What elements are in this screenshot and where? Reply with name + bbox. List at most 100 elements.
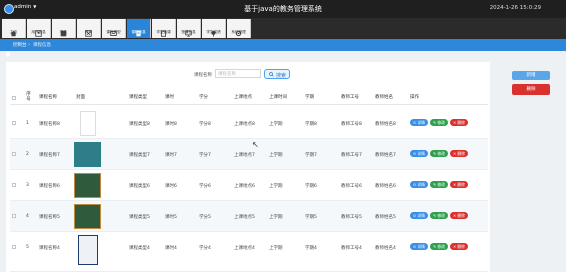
cell-name: 课程名称5 (39, 215, 60, 220)
row-checkbox[interactable] (12, 214, 16, 218)
column-header-time: 上课时间 (269, 95, 287, 100)
cell-place: 上课地点6 (234, 184, 255, 189)
student-icon (60, 22, 67, 37)
cell-hours: 课时7 (165, 153, 177, 158)
column-header-credit: 学分 (199, 95, 208, 100)
tag-icon (110, 22, 117, 37)
book-cover-white (80, 111, 96, 136)
cell-teacher-id: 教师工号5 (341, 215, 362, 220)
nav-label: 主页 (9, 30, 18, 34)
cell-term: 学期7 (305, 153, 317, 158)
course-cover-image (74, 204, 101, 229)
view-button[interactable]: ⊙ 详情 (410, 243, 428, 250)
column-header-hours: 课时 (165, 95, 174, 100)
search-button-label: 搜索 (276, 73, 287, 79)
row-checkbox[interactable] (12, 121, 16, 125)
delete-label: 删除 (457, 213, 465, 218)
search-input[interactable]: 课程名称 (215, 69, 261, 78)
nav-item-teachers[interactable]: 教师 (77, 19, 101, 38)
row-delete-button[interactable]: ✕ 删除 (450, 181, 468, 188)
table-row: 5 课程名称4 课程类型4 课时4 学分4 上课地点4 上学期 学期4 教师工号… (10, 232, 488, 272)
edit-button[interactable]: ✎ 修改 (430, 243, 448, 250)
nav-item-users[interactable]: 用户信息 (27, 19, 51, 38)
course-cover-image (74, 142, 101, 167)
view-button[interactable]: ⊙ 详情 (410, 212, 428, 219)
nav-item-students[interactable]: 学生 (52, 19, 76, 38)
edit-button[interactable]: ✎ 修改 (430, 212, 448, 219)
row-checkbox[interactable] (12, 183, 16, 187)
delete-label: 删除 (457, 151, 465, 156)
cell-teacher-id: 教师工号8 (341, 122, 362, 127)
column-header-name: 课程名称 (39, 95, 57, 100)
nav-item-course-type[interactable]: 课程类型 (102, 19, 126, 38)
column-header-place: 上课地点 (234, 95, 252, 100)
users-icon (35, 22, 42, 37)
row-delete-button[interactable]: ✕ 删除 (450, 150, 468, 157)
select-all-checkbox[interactable] (12, 96, 16, 100)
cell-teacher-name: 教师姓名8 (375, 122, 396, 127)
row-checkbox[interactable] (12, 152, 16, 156)
cell-time: 上学期 (269, 184, 283, 189)
cell-type: 课程类型5 (129, 215, 150, 220)
column-header-actions: 操作 (410, 95, 419, 100)
row-delete-button[interactable]: ✕ 删除 (450, 243, 468, 250)
book-cover-teal (74, 142, 101, 167)
nav-item-grades[interactable]: 学生成绩 (202, 19, 226, 38)
row-delete-button[interactable]: ✕ 删除 (450, 119, 468, 126)
row-delete-button[interactable]: ✕ 删除 (450, 212, 468, 219)
cell-index: 2 (26, 152, 29, 157)
book-icon (135, 22, 142, 37)
nav-item-teaching[interactable]: 授课信息 (177, 19, 201, 38)
nav-item-course-selection[interactable]: 学生选课 (152, 19, 176, 38)
view-label: 详情 (417, 244, 425, 249)
column-header-term: 学期 (305, 95, 314, 100)
top-bar: admin ▼ 基于java的教务管理系统 2024-1-26 15:0:29 (0, 0, 566, 18)
nav-item-system[interactable]: 系统管理 (227, 19, 251, 38)
column-header-index: 序号 (26, 92, 31, 102)
cell-type: 课程类型8 (129, 122, 150, 127)
view-button[interactable]: ⊙ 详情 (410, 119, 428, 126)
search-button[interactable]: 搜索 (264, 69, 290, 79)
view-button[interactable]: ⊙ 详情 (410, 181, 428, 188)
view-button[interactable]: ⊙ 详情 (410, 150, 428, 157)
cell-name: 课程名称4 (39, 246, 60, 251)
cell-time: 上学期 (269, 246, 283, 251)
add-button[interactable]: 新增 (512, 71, 550, 80)
cell-teacher-name: 教师姓名4 (375, 246, 396, 251)
cell-place: 上课地点8 (234, 122, 255, 127)
nav-item-home[interactable]: 主页 (2, 19, 26, 38)
view-label: 详情 (417, 120, 425, 125)
clipboard-icon (160, 22, 167, 37)
edit-button[interactable]: ✎ 修改 (430, 150, 448, 157)
cell-name: 课程名称6 (39, 184, 60, 189)
cell-time: 上学期 (269, 153, 283, 158)
edit-button[interactable]: ✎ 修改 (430, 181, 448, 188)
monitor-icon (185, 22, 192, 37)
table-row: 4 课程名称5 课程类型5 课时5 学分5 上课地点5 上学期 学期5 教师工号… (10, 201, 488, 232)
cell-name: 课程名称7 (39, 153, 60, 158)
edit-button[interactable]: ✎ 修改 (430, 119, 448, 126)
breadcrumb-root[interactable]: 控制台 (13, 42, 27, 48)
edit-label: 修改 (437, 120, 445, 125)
edit-label: 修改 (437, 244, 445, 249)
column-header-cover: 封面 (76, 95, 85, 100)
nav-item-course-info[interactable]: 课程信息 (127, 19, 151, 38)
search-icon (269, 72, 274, 77)
home-icon (5, 42, 11, 57)
system-title: 基于java的教务管理系统 (244, 5, 322, 13)
delete-button[interactable]: 删除 (512, 84, 550, 95)
column-header-teacher-id: 教师工号 (341, 95, 359, 100)
nav-label: 授课信息 (181, 30, 196, 34)
cell-hours: 课时4 (165, 246, 177, 251)
row-checkbox[interactable] (12, 245, 16, 249)
mouse-cursor-icon: ↖ (252, 140, 259, 149)
edit-label: 修改 (437, 213, 445, 218)
cell-teacher-name: 教师姓名5 (375, 215, 396, 220)
cell-place: 上课地点5 (234, 215, 255, 220)
cell-teacher-id: 教师工号4 (341, 246, 362, 251)
cell-hours: 课时8 (165, 122, 177, 127)
cell-hours: 课时5 (165, 215, 177, 220)
cell-teacher-id: 教师工号7 (341, 153, 362, 158)
view-label: 详情 (417, 213, 425, 218)
cell-credit: 学分7 (199, 153, 211, 158)
